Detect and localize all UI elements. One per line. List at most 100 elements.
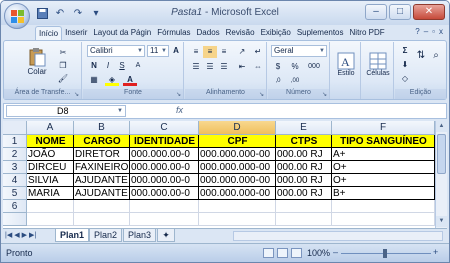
- table-cell[interactable]: DIRETOR: [74, 148, 130, 161]
- font-size-select[interactable]: 11 ▼: [147, 45, 169, 57]
- empty-cell[interactable]: [276, 213, 332, 226]
- table-cell[interactable]: 000.000.00-0: [130, 174, 199, 187]
- decrease-decimal-icon[interactable]: ,00: [288, 75, 302, 87]
- cut-icon[interactable]: ✂: [56, 47, 70, 59]
- table-cell[interactable]: FAXINEIRO: [74, 161, 130, 174]
- column-header-b[interactable]: B: [74, 121, 130, 135]
- minimize-button[interactable]: –: [365, 4, 387, 20]
- ribbon-close-icon[interactable]: x: [439, 27, 443, 36]
- table-cell[interactable]: 000.000.000-00: [199, 161, 276, 174]
- row-header-1[interactable]: 1: [3, 135, 27, 148]
- wrap-text-icon[interactable]: ↵: [251, 46, 265, 58]
- scroll-thumb[interactable]: [437, 134, 446, 174]
- bold-button[interactable]: N: [87, 60, 101, 72]
- table-header-cell[interactable]: NOME: [27, 135, 74, 148]
- table-cell[interactable]: 000.000.00-0: [130, 187, 199, 200]
- increase-decimal-icon[interactable]: ,0: [271, 75, 285, 87]
- table-cell[interactable]: 000.000.000-00: [199, 174, 276, 187]
- autosum-button[interactable]: Σ: [398, 45, 412, 57]
- sheet-tab-plan3[interactable]: Plan3: [123, 229, 157, 242]
- table-header-cell[interactable]: IDENTIDADE: [130, 135, 199, 148]
- zoom-out-button[interactable]: –: [333, 247, 338, 257]
- table-cell[interactable]: 000.000.00-0: [130, 148, 199, 161]
- table-cell[interactable]: JOÃO: [27, 148, 74, 161]
- close-button[interactable]: ✕: [413, 4, 445, 20]
- table-cell[interactable]: DIRCEU: [27, 161, 74, 174]
- table-cell[interactable]: SILVIA: [27, 174, 74, 187]
- font-launcher-icon[interactable]: ↘: [176, 91, 181, 98]
- find-select-icon[interactable]: ⌕: [429, 50, 443, 70]
- table-header-cell[interactable]: TIPO SANGUÍNEO: [332, 135, 435, 148]
- empty-cell[interactable]: [27, 200, 74, 213]
- sort-filter-icon[interactable]: ⇅: [415, 50, 427, 70]
- row-header-4[interactable]: 4: [3, 174, 27, 187]
- column-header-c[interactable]: C: [130, 121, 199, 135]
- table-cell[interactable]: 000.000.000-00: [199, 148, 276, 161]
- merge-center-icon[interactable]: ⇔: [251, 61, 265, 73]
- format-painter-icon[interactable]: 🖌: [56, 73, 70, 85]
- align-center-icon[interactable]: ☰: [203, 61, 217, 73]
- clear-icon[interactable]: ◇: [398, 73, 412, 85]
- currency-button[interactable]: $: [271, 61, 285, 73]
- table-cell[interactable]: 000.00 RJ: [276, 174, 332, 187]
- copy-icon[interactable]: ❐: [56, 60, 70, 72]
- table-cell[interactable]: 000.00 RJ: [276, 148, 332, 161]
- insert-function-icon[interactable]: fx: [176, 105, 183, 115]
- empty-cell[interactable]: [130, 200, 199, 213]
- table-cell[interactable]: A+: [332, 148, 435, 161]
- empty-cell[interactable]: [27, 213, 74, 226]
- table-cell[interactable]: MARIA: [27, 187, 74, 200]
- next-sheet-icon[interactable]: ▶: [22, 231, 27, 239]
- vertical-scrollbar[interactable]: ▲ ▼: [435, 121, 447, 228]
- row-header-3[interactable]: 3: [3, 161, 27, 174]
- empty-cell[interactable]: [74, 213, 130, 226]
- paste-button[interactable]: Colar: [22, 44, 52, 78]
- number-launcher-icon[interactable]: ↘: [322, 91, 327, 98]
- font-color-icon[interactable]: A: [123, 74, 137, 86]
- column-header-d[interactable]: D: [199, 121, 276, 135]
- tab-dados[interactable]: Dados: [194, 26, 223, 40]
- row-header-7[interactable]: [3, 213, 27, 226]
- tab-formulas[interactable]: Fórmulas: [154, 26, 193, 40]
- name-box[interactable]: D8 ▼: [6, 105, 126, 117]
- empty-cell[interactable]: [74, 200, 130, 213]
- ribbon-minimize-icon[interactable]: –: [424, 27, 428, 36]
- orientation-icon[interactable]: ↗: [235, 46, 249, 58]
- row-header-6[interactable]: 6: [3, 200, 27, 213]
- table-cell[interactable]: B+: [332, 187, 435, 200]
- align-bottom-icon[interactable]: ≡: [217, 46, 231, 58]
- select-all-corner[interactable]: [3, 121, 27, 135]
- empty-cell[interactable]: [276, 200, 332, 213]
- cells-button[interactable]: Células: [363, 44, 393, 84]
- alignment-launcher-icon[interactable]: ↘: [259, 91, 264, 98]
- number-format-select[interactable]: Geral ▼: [271, 45, 327, 57]
- zoom-in-button[interactable]: +: [433, 247, 438, 257]
- table-cell[interactable]: O+: [332, 174, 435, 187]
- table-header-cell[interactable]: CTPS: [276, 135, 332, 148]
- ribbon-restore-icon[interactable]: ▫: [432, 27, 435, 36]
- column-header-f[interactable]: F: [332, 121, 435, 135]
- sheet-tab-plan2[interactable]: Plan2: [89, 229, 123, 242]
- table-cell[interactable]: 000.00 RJ: [276, 187, 332, 200]
- row-header-5[interactable]: 5: [3, 187, 27, 200]
- zoom-slider-thumb[interactable]: [383, 249, 387, 258]
- align-middle-icon[interactable]: ≡: [203, 46, 217, 58]
- zoom-level[interactable]: 100%: [307, 248, 330, 258]
- table-header-cell[interactable]: CPF: [199, 135, 276, 148]
- align-right-icon[interactable]: ☰: [217, 61, 231, 73]
- table-cell[interactable]: AJUDANTE: [74, 187, 130, 200]
- decrease-indent-icon[interactable]: ⇤: [235, 61, 249, 73]
- insert-sheet-icon[interactable]: ✦: [157, 229, 175, 242]
- table-cell[interactable]: O+: [332, 161, 435, 174]
- tab-inserir[interactable]: Inserir: [62, 26, 90, 40]
- grow-font-button[interactable]: A: [171, 45, 181, 57]
- sheet-tab-plan1[interactable]: Plan1: [55, 229, 90, 242]
- table-cell[interactable]: 000.000.00-0: [130, 161, 199, 174]
- empty-cell[interactable]: [130, 213, 199, 226]
- first-sheet-icon[interactable]: |◀: [5, 231, 12, 239]
- scroll-down-icon[interactable]: ▼: [436, 216, 447, 227]
- styles-button[interactable]: A Estilo: [332, 44, 360, 84]
- horizontal-scrollbar[interactable]: [233, 231, 443, 241]
- table-cell[interactable]: 000.000.000-00: [199, 187, 276, 200]
- empty-cell[interactable]: [332, 213, 435, 226]
